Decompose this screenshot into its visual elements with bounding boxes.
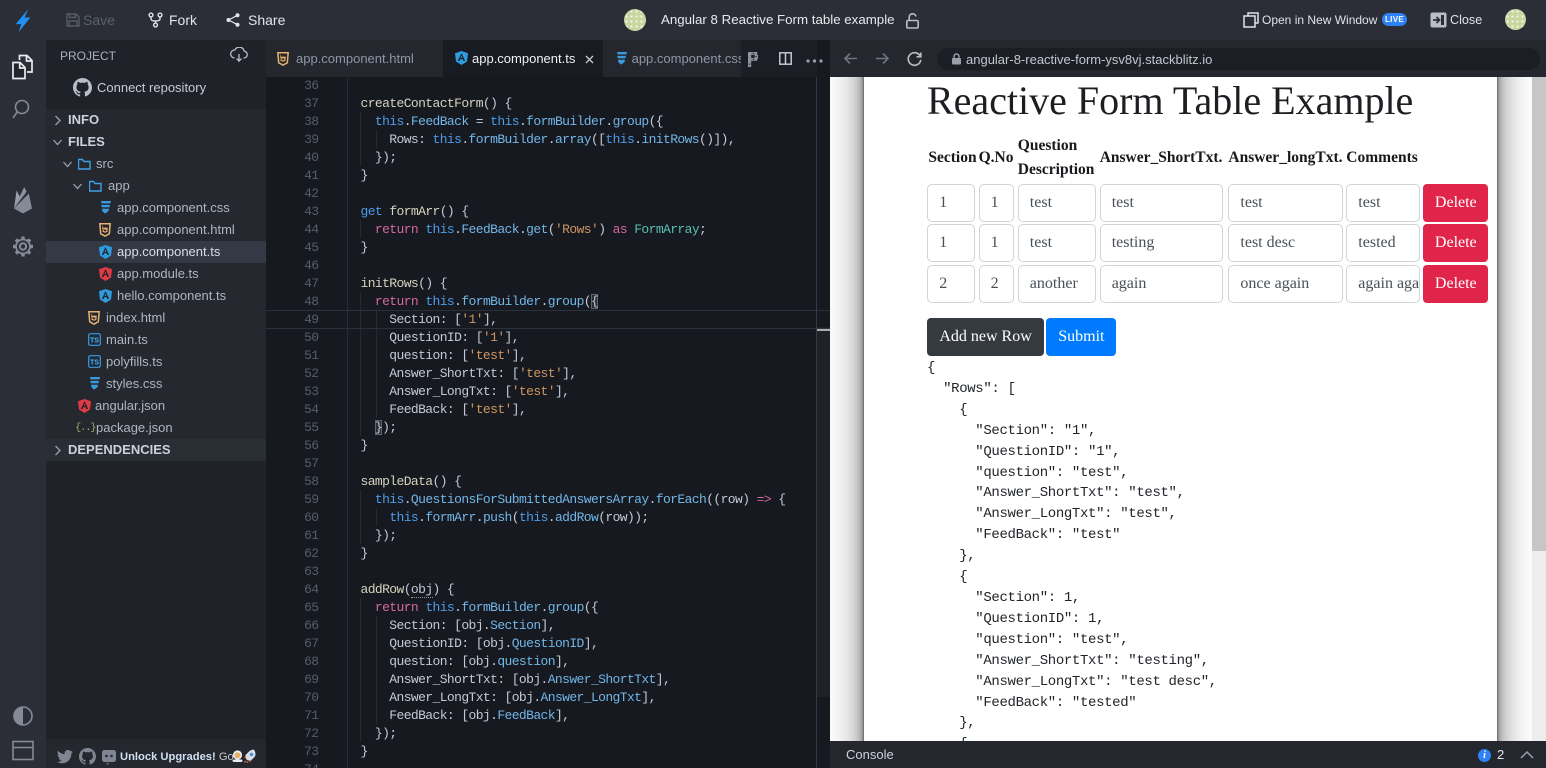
svg-text:TS: TS [90,360,99,367]
svg-text:TS: TS [90,338,99,345]
